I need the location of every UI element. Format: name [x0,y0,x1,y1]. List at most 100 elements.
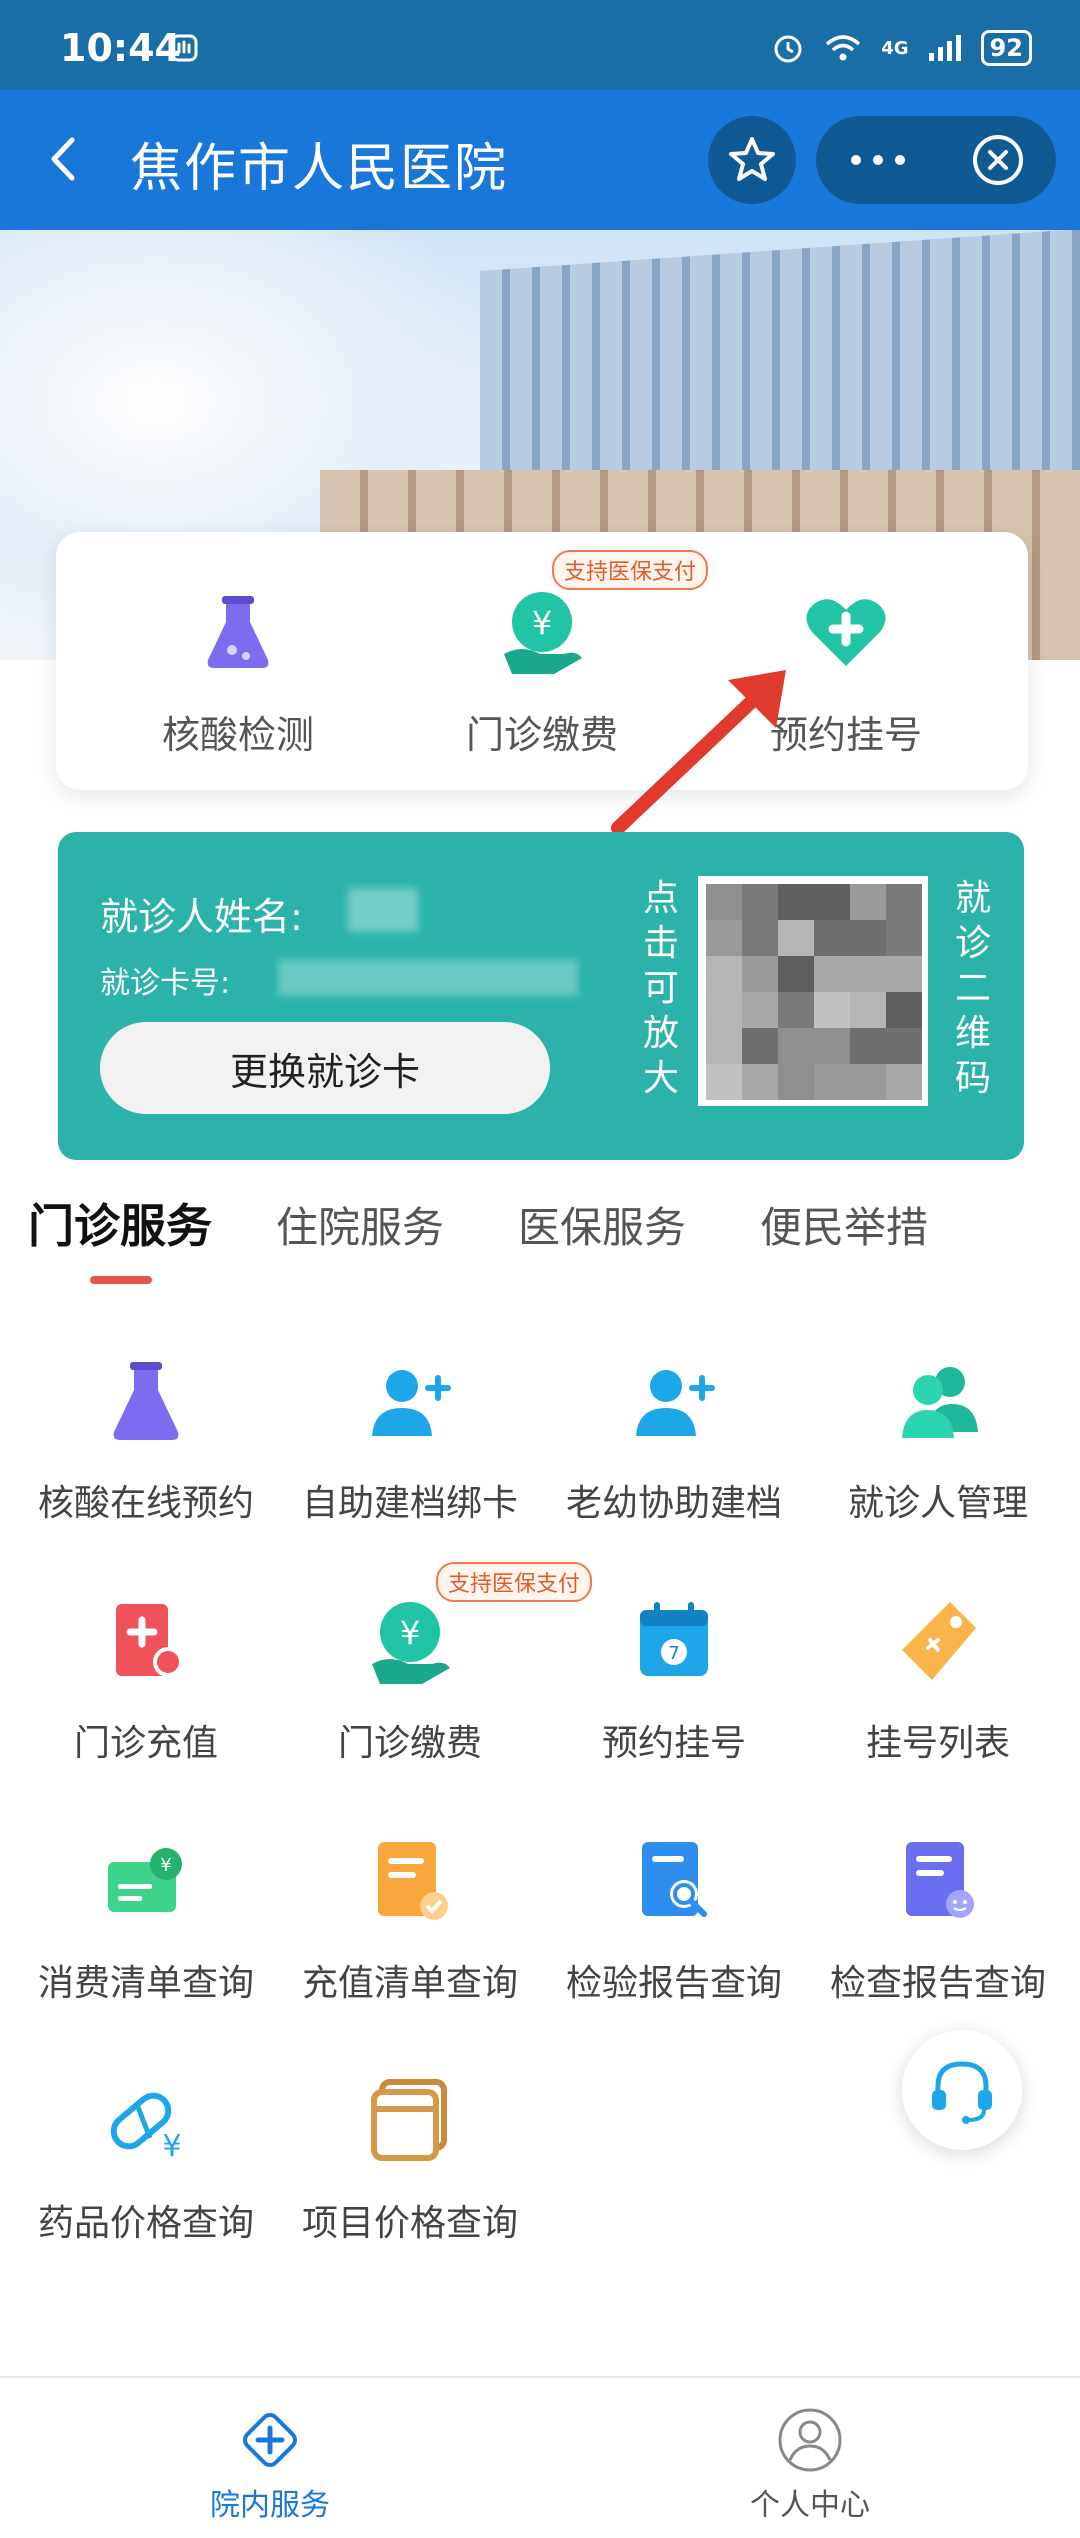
tab-convenience[interactable]: 便民举措 [760,1194,928,1255]
qr-cell [778,1028,814,1064]
wifi-icon [826,35,861,61]
notification-icon [170,34,198,62]
bottom-nav-personal-center[interactable]: 个人中心 [540,2378,1080,2538]
close-icon [973,135,1023,185]
service-item-price[interactable]: 项目价格查询 [278,2072,542,2292]
qr-code[interactable] [698,876,928,1106]
service-nucleic-appointment[interactable]: 核酸在线预约 [14,1352,278,1572]
patient-name-label: 就诊人姓名: [100,895,303,939]
qr-cell [778,992,814,1028]
qr-cell [742,920,778,956]
qr-label-char: 二 [954,968,991,1009]
qr-cell [886,920,922,956]
service-label: 门诊缴费 [337,1723,482,1764]
signal-icon [928,35,961,61]
service-assisted-register[interactable]: 老幼协助建档 [542,1352,806,1572]
change-card-button[interactable]: 更换就诊卡 [100,1022,550,1114]
service-outpatient-recharge[interactable]: 门诊充值 [14,1592,278,1812]
qr-label-char: 维 [954,1013,991,1054]
tab-inpatient[interactable]: 住院服务 [276,1194,444,1255]
medical-insurance-badge: 支持医保支付 [552,550,709,590]
heart-plus-icon [806,599,886,666]
qr-cell [706,1064,742,1100]
service-appointment[interactable]: 7 预约挂号 [542,1592,806,1812]
zoom-hint-char: 可 [642,968,679,1009]
quick-item-nucleic-test[interactable]: 核酸检测 [88,532,388,790]
qr-cell [778,884,814,920]
recharge-icon [116,1604,183,1677]
service-patient-management[interactable]: 就诊人管理 [806,1352,1070,1572]
bottom-nav-hospital-services[interactable]: 院内服务 [0,2378,540,2538]
svg-text:¥: ¥ [160,1855,171,1876]
qr-cell [742,884,778,920]
qr-cell [706,956,742,992]
payment-icon: ¥ [372,1602,450,1684]
customer-service-button[interactable] [902,2030,1022,2150]
back-icon[interactable] [40,134,90,184]
item-price-icon [371,2079,447,2161]
service-tabs: 门诊服务 住院服务 医保服务 便民举措 [0,1180,1080,1284]
service-label: 消费清单查询 [37,1963,254,2004]
service-label: 就诊人管理 [847,1483,1028,1524]
qr-cell [850,884,886,920]
quick-services-card: 核酸检测 ¥ 支持医保支付 门诊缴费 预约挂号 [56,532,1028,790]
service-registration-list[interactable]: 挂号列表 [806,1592,1070,1812]
service-label: 充值清单查询 [301,1963,518,2004]
service-lab-report[interactable]: 检验报告查询 [542,1832,806,2052]
users-icon [902,1367,978,1438]
service-self-register[interactable]: 自助建档绑卡 [278,1352,542,1572]
star-icon [729,137,775,181]
service-recharge-list[interactable]: 充值清单查询 [278,1832,542,2052]
close-button[interactable] [940,116,1056,204]
zoom-hint-char: 点 [642,878,679,919]
zoom-hint-char: 大 [642,1058,679,1099]
svg-text:¥: ¥ [532,604,552,642]
hospital-services-icon [243,2413,297,2467]
patient-card: 就诊人姓名: 就诊卡号: 更换就诊卡 点 击 可 放 大 就 诊 二 维 码 [58,832,1024,1160]
lab-report-icon [642,1842,707,1917]
payment-icon: ¥ [504,592,582,674]
svg-text:7: 7 [668,1643,679,1664]
zoom-hint-char: 击 [642,923,679,964]
qr-cell [814,884,850,920]
tag-icon [902,1602,976,1680]
bottom-nav: 院内服务 个人中心 [0,2376,1080,2538]
qr-cell [886,1064,922,1100]
qr-cell [706,884,742,920]
tab-outpatient[interactable]: 门诊服务 [28,1190,212,1256]
annotation-arrow-icon [611,670,786,835]
service-exam-report[interactable]: 检查报告查询 [806,1832,1070,2052]
flask-icon [207,596,269,668]
qr-label-char: 就 [954,878,991,919]
service-outpatient-payment[interactable]: ¥ 支持医保支付 门诊缴费 [278,1562,593,1812]
status-time: 10:44 [60,26,181,70]
network-label: 4G [881,37,909,59]
flask-icon [113,1362,179,1440]
add-user-icon [372,1370,451,1436]
quick-item-label: 核酸检测 [161,713,314,757]
battery-indicator: 92 [980,30,1032,66]
user-center-icon [778,2408,842,2472]
status-bar: 10:44 4G 92 [0,0,1080,90]
mini-app-capsule [816,116,1056,204]
nav-bar: 焦作市人民医院 [0,90,1080,230]
service-label: 老幼协助建档 [565,1483,782,1524]
bottom-nav-label: 院内服务 [210,2488,330,2523]
service-expense-list[interactable]: ¥ 消费清单查询 [14,1832,278,2052]
patient-name-redacted [348,888,418,932]
qr-cell [814,1028,850,1064]
service-label: 门诊充值 [73,1723,218,1764]
alarm-icon [774,35,802,63]
service-label: 检查报告查询 [829,1963,1046,2004]
patient-card-number-redacted [278,960,578,996]
service-label: 核酸在线预约 [37,1483,254,1524]
service-label: 项目价格查询 [301,2203,518,2244]
service-drug-price[interactable]: ¥ 药品价格查询 [14,2072,278,2292]
more-button[interactable] [816,116,940,204]
qr-label-char: 诊 [954,923,991,964]
tab-medical-insurance[interactable]: 医保服务 [518,1194,686,1255]
favorite-button[interactable] [708,116,796,204]
qr-cell [778,920,814,956]
bill-icon: ¥ [108,1848,182,1912]
bottom-nav-label: 个人中心 [750,2488,870,2523]
